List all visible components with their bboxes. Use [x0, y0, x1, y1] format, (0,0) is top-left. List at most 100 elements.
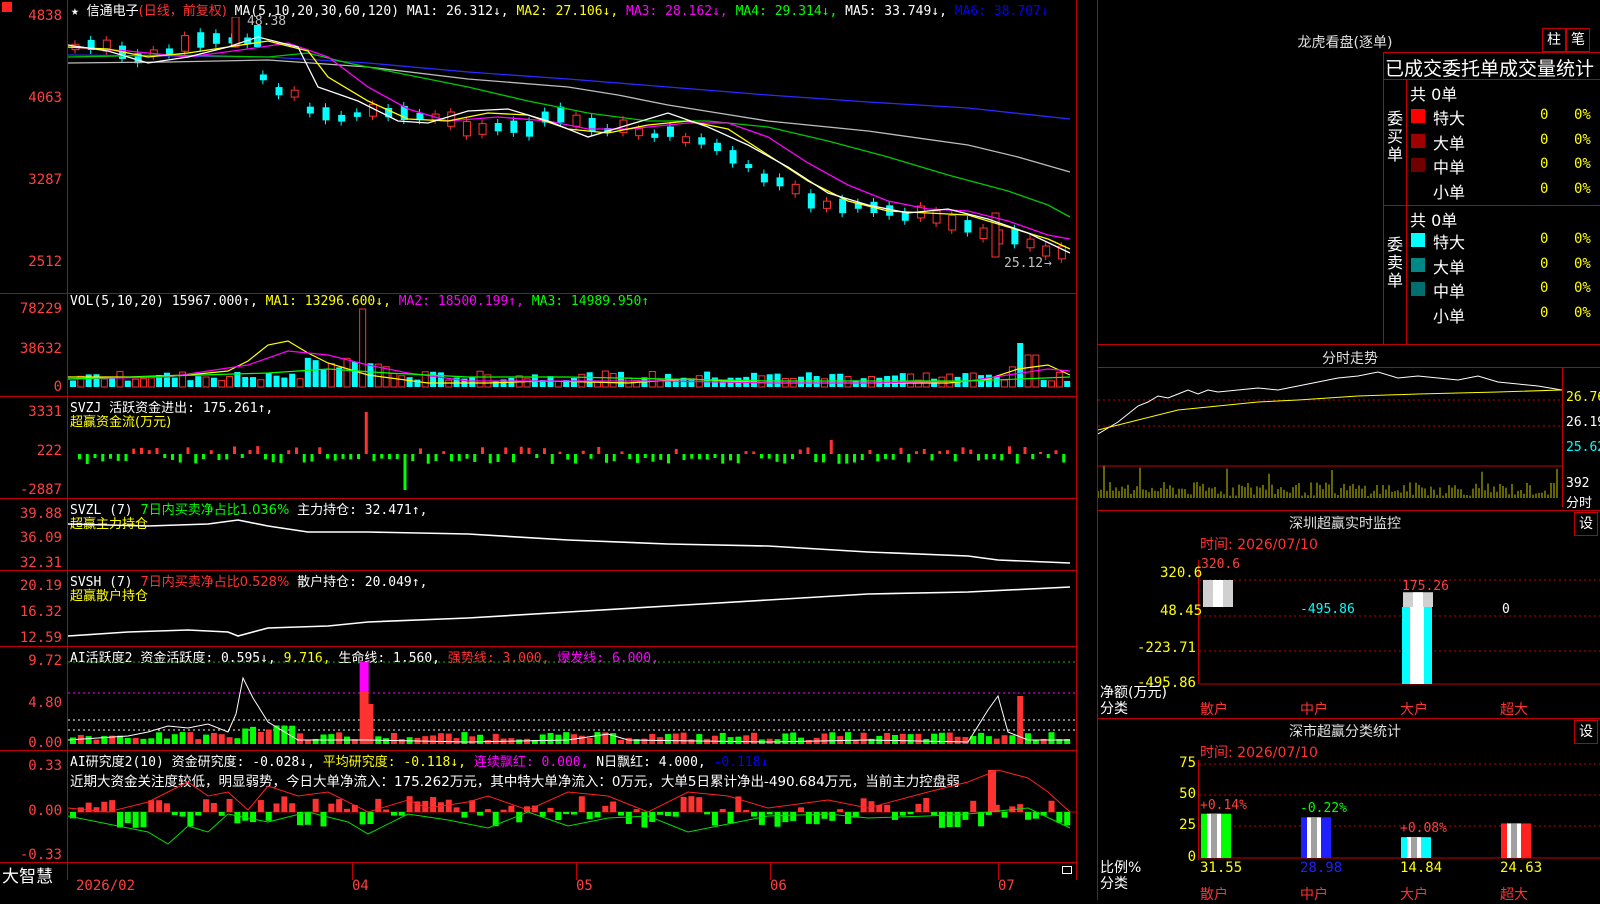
svzj-bar — [318, 447, 322, 454]
brand-logo[interactable]: 大智慧 — [2, 862, 53, 887]
ai-research-bar — [453, 807, 460, 812]
volume-bar — [77, 375, 85, 388]
volume-bar — [476, 370, 484, 388]
ai-active-bar — [437, 733, 444, 744]
ai-research-bar — [798, 807, 805, 812]
bar-mode-button[interactable]: 柱 — [1542, 28, 1566, 52]
legend-swatch — [1411, 133, 1425, 148]
tick-mode-button[interactable]: 笔 — [1566, 28, 1590, 52]
svzj-bar — [752, 451, 756, 454]
volume-bar — [430, 371, 437, 387]
volume-bar — [867, 375, 875, 388]
ai-research-axis-label: -0.33 — [19, 847, 62, 863]
order-count: 0 — [1540, 255, 1549, 272]
ai-research-bar — [931, 812, 938, 816]
svzj-bar — [147, 450, 151, 454]
volume-bar — [147, 377, 155, 388]
ai-research-bar — [289, 803, 296, 812]
ai-research-bar — [758, 812, 765, 825]
svzj-bar — [729, 454, 732, 461]
svzj-bar — [581, 450, 585, 454]
svzj-bar — [411, 454, 415, 462]
ai-active-bar — [664, 734, 671, 744]
candlestick-chart[interactable] — [68, 17, 1076, 292]
lock-icon[interactable] — [1062, 866, 1072, 874]
svzj-bar — [667, 454, 670, 464]
ai-active-bar — [735, 736, 742, 744]
candle-down — [1011, 228, 1019, 245]
ai-research-bar — [445, 799, 452, 812]
stats-title: 已成交委托单成交量统计 — [1385, 58, 1595, 80]
volume-bar — [398, 375, 406, 388]
svzj-bar — [372, 454, 376, 461]
volume-bar — [469, 377, 476, 387]
classify-category: 大户 — [1400, 887, 1428, 903]
candle-down — [745, 164, 753, 169]
svzj-bar — [674, 448, 678, 454]
svzj-bar — [388, 454, 391, 460]
ai-research-bar — [469, 800, 476, 812]
classify-settings-button[interactable]: 设 — [1574, 720, 1598, 744]
svzl-chart — [68, 519, 1071, 564]
vol-ma3-line — [68, 368, 1071, 382]
svzj-bar — [302, 454, 306, 463]
order-count: 0 — [1540, 180, 1549, 197]
ai-active-bar — [218, 734, 225, 744]
svzl-axis-label: 39.88 — [19, 506, 62, 522]
svzj-bar — [279, 454, 283, 463]
ai-research-bar — [163, 803, 170, 812]
ai-active-bar — [234, 738, 241, 744]
ai-research-bar — [563, 812, 570, 815]
svzj-bar — [760, 454, 763, 459]
ai-active-bar — [265, 729, 272, 744]
volume-bar — [226, 375, 234, 388]
svzj-bar — [535, 454, 539, 459]
divider-x-axis — [0, 862, 1077, 863]
svzj-bar — [589, 454, 593, 459]
ai-research-bar — [250, 812, 257, 823]
svzj-bar — [628, 454, 632, 459]
order-size-label: 小单 — [1433, 182, 1466, 202]
volume-bar — [617, 371, 624, 387]
svzj-bar — [1000, 454, 1004, 461]
ai-active-bar — [328, 734, 335, 744]
order-pct: 0% — [1574, 304, 1591, 321]
ai-research-bar — [171, 812, 178, 816]
svzj-bar — [713, 454, 717, 459]
volume-bar — [132, 378, 140, 388]
legend-swatch — [1411, 233, 1425, 247]
ai-active-bar — [163, 738, 170, 744]
price-axis-label: 4838 — [28, 8, 62, 24]
ai-active-bar — [359, 662, 369, 692]
ai-research-bar — [508, 805, 515, 812]
legend-swatch — [1411, 257, 1425, 272]
svzj-bar — [349, 454, 353, 460]
svzj-axis-label: 3331 — [28, 404, 62, 420]
ai-research-bar — [672, 812, 679, 817]
ai-active-bar — [766, 738, 773, 744]
classify-bar-value: 28.98 — [1300, 860, 1343, 876]
volume-bar — [1064, 380, 1071, 387]
svzj-bar — [1054, 450, 1058, 454]
volume-bar — [327, 363, 335, 388]
monitor-settings-button[interactable]: 设 — [1574, 512, 1598, 536]
intraday-unit: 分时 — [1566, 496, 1593, 511]
volume-bar — [109, 377, 116, 387]
ai-active-bar — [649, 733, 656, 744]
ai-research-bar — [923, 797, 930, 812]
ai-active-bar — [672, 733, 679, 744]
volume-bar — [124, 380, 131, 387]
volume-bar — [343, 357, 351, 388]
ai-active-bar — [140, 738, 147, 744]
intraday-axis-label: 26.76 — [1566, 390, 1600, 405]
candle-down — [322, 107, 330, 121]
ai-research-bar — [516, 812, 523, 823]
candle-down — [698, 137, 706, 145]
ai-active-bar — [383, 738, 390, 744]
monitor-bar-highlight — [1410, 607, 1424, 684]
svzj-bar — [341, 454, 345, 459]
ai-active-bar — [790, 732, 797, 744]
ai-active-axis-label: 4.80 — [28, 695, 62, 711]
ai-active-bar — [586, 737, 593, 744]
svzj-bar — [930, 454, 934, 461]
